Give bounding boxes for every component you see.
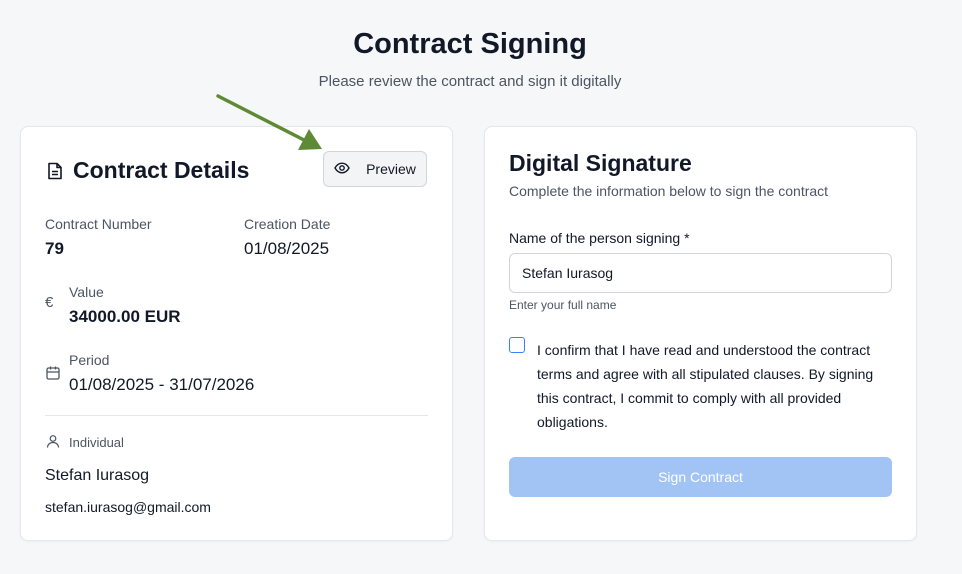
- confirm-checkbox[interactable]: [509, 337, 525, 353]
- party-type-label: Individual: [69, 435, 124, 450]
- signer-name-label: Name of the person signing *: [509, 230, 690, 246]
- contract-number-value: 79: [45, 239, 64, 258]
- user-icon: [46, 434, 60, 448]
- period-value: 01/08/2025 - 31/07/2026: [69, 375, 255, 394]
- value-amount: 34000.00 EUR: [69, 307, 181, 326]
- signature-title: Digital Signature: [509, 150, 692, 176]
- party-name: Stefan Iurasog: [45, 467, 150, 484]
- creation-date-value: 01/08/2025: [244, 239, 330, 258]
- signer-name-input[interactable]: [509, 253, 892, 293]
- sign-contract-button[interactable]: Sign Contract: [509, 457, 892, 497]
- creation-date-label: Creation Date: [244, 216, 331, 232]
- digital-signature-card: Digital Signature Complete the informati…: [484, 126, 917, 541]
- euro-icon: €: [45, 294, 54, 311]
- signature-subtitle: Complete the information below to sign t…: [509, 183, 829, 199]
- contract-number-label: Contract Number: [45, 216, 152, 232]
- calendar-icon: [45, 365, 61, 381]
- contract-details-card: Contract Details Preview Contract Number…: [20, 126, 453, 541]
- document-icon: [47, 162, 63, 180]
- confirm-text: I confirm that I have read and understoo…: [537, 342, 874, 430]
- preview-button[interactable]: Preview: [323, 151, 427, 187]
- signer-name-help: Enter your full name: [509, 298, 617, 312]
- contract-details-title: Contract Details: [73, 157, 250, 183]
- party-email: stefan.iurasog@gmail.com: [45, 499, 211, 515]
- value-label: Value: [69, 284, 104, 300]
- period-label: Period: [69, 352, 110, 368]
- divider: [45, 415, 428, 416]
- page-title: Contract Signing: [353, 28, 587, 60]
- preview-button-label: Preview: [366, 161, 416, 177]
- eye-icon: [334, 160, 350, 179]
- page-subtitle: Please review the contract and sign it d…: [318, 73, 622, 90]
- arrow-icon: [216, 94, 322, 150]
